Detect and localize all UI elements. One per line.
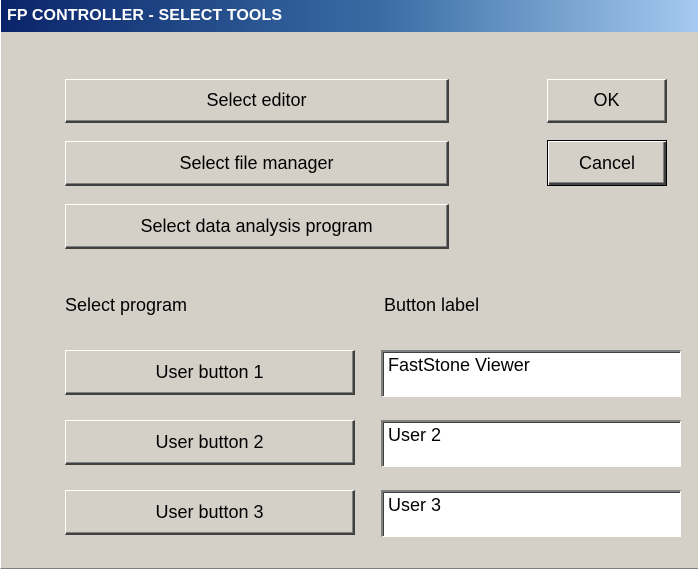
select-tools-dialog: FP CONTROLLER - SELECT TOOLS Select edit…	[0, 0, 698, 569]
cancel-button[interactable]: Cancel	[547, 140, 667, 186]
select-data-analysis-button[interactable]: Select data analysis program	[65, 204, 449, 249]
select-program-header: Select program	[65, 295, 188, 315]
ok-button[interactable]: OK	[547, 79, 667, 123]
select-editor-button[interactable]: Select editor	[65, 79, 449, 123]
select-file-manager-button[interactable]: Select file manager	[65, 141, 449, 186]
user-button-2[interactable]: User button 2	[65, 420, 355, 465]
user-button-3-label-field[interactable]: User 3	[381, 490, 681, 537]
user-button-3[interactable]: User button 3	[65, 490, 355, 535]
user-button-2-label-field[interactable]: User 2	[381, 420, 681, 467]
window-title: FP CONTROLLER - SELECT TOOLS	[7, 7, 283, 24]
title-bar[interactable]: FP CONTROLLER - SELECT TOOLS	[1, 0, 698, 32]
user-button-1-label-field[interactable]: FastStone Viewer	[381, 350, 681, 397]
button-label-header: Button label	[384, 295, 480, 315]
user-button-1[interactable]: User button 1	[65, 350, 355, 395]
